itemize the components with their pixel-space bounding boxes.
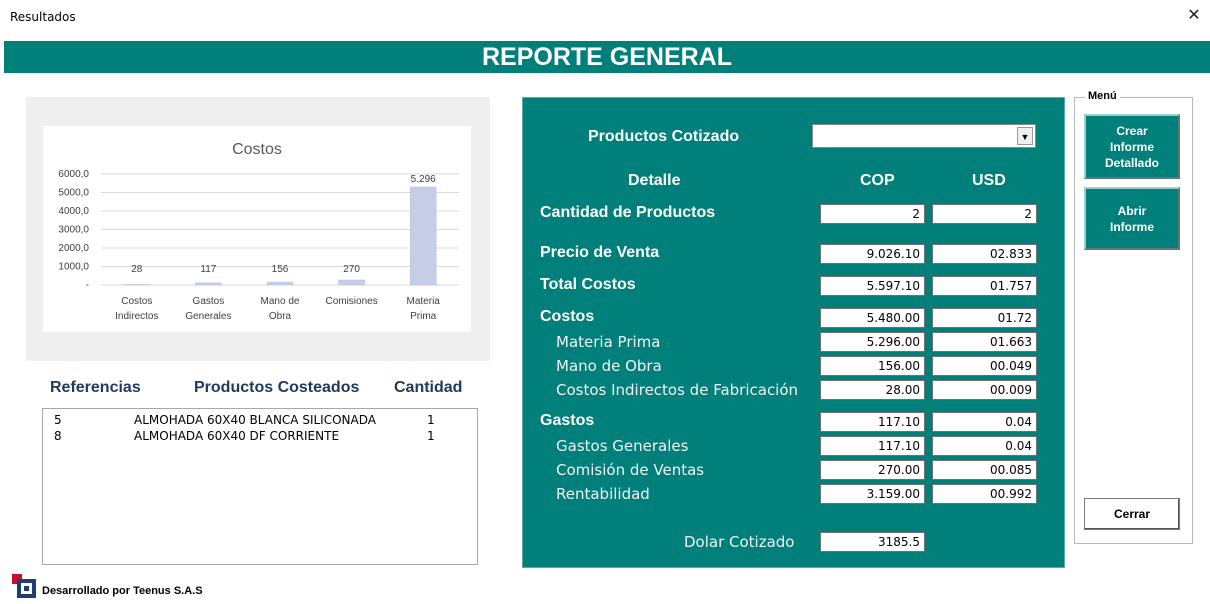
products-listbox[interactable]: 5 ALMOHADA 60X40 BLANCA SILICONADA 1 8 A…: [42, 408, 478, 565]
close-button[interactable]: Cerrar: [1084, 498, 1180, 530]
list-item-ref: 8: [54, 429, 62, 443]
menu-legend: Menú: [1085, 90, 1120, 102]
company-logo: [12, 574, 36, 598]
row-label-gastos-generales: Gastos Generales: [556, 437, 689, 455]
costos-indirectos-usd-field[interactable]: 00.009: [932, 380, 1037, 400]
cantidad-cop-field[interactable]: 2: [820, 204, 925, 224]
row-label-cantidad: Cantidad de Productos: [540, 204, 716, 221]
category-label: Costos: [121, 296, 152, 307]
category-label: Comisiones: [325, 296, 377, 307]
row-label-costos-indirectos: Costos Indirectos de Fabricación: [556, 381, 799, 399]
gastos-generales-usd-field[interactable]: 0.04: [932, 436, 1037, 456]
rentabilidad-usd-field[interactable]: 00.992: [932, 484, 1037, 504]
chart-title: Costos: [232, 141, 282, 158]
category-label: Gastos: [193, 296, 225, 307]
dollar-quoted-field[interactable]: 3185.5: [820, 532, 925, 552]
category-label: Obra: [269, 311, 292, 322]
bar: [123, 284, 151, 286]
gastos-cop-field[interactable]: 117.10: [820, 412, 925, 432]
open-report-label: Abrir Informe: [1109, 203, 1154, 234]
bar: [409, 186, 437, 286]
detail-header: Detalle: [628, 172, 681, 189]
total-costos-usd-field[interactable]: 01.757: [932, 276, 1037, 296]
category-label: Mano de: [261, 296, 300, 307]
costos-usd-field[interactable]: 01.72: [932, 308, 1037, 328]
data-label: 5.296: [411, 174, 436, 185]
list-item-ref: 5: [54, 413, 62, 427]
costos-cop-field[interactable]: 5.480.00: [820, 308, 925, 328]
row-label-materia-prima: Materia Prima: [556, 333, 661, 351]
materia-prima-cop-field[interactable]: 5.296.00: [820, 332, 925, 352]
rentabilidad-cop-field[interactable]: 3.159.00: [820, 484, 925, 504]
gastos-usd-field[interactable]: 0.04: [932, 412, 1037, 432]
costs-chart-svg: Costos - 1000,0 2000,0 3000,0 4000,0 5000,0 600…: [58, 141, 459, 322]
usd-header: USD: [972, 172, 1006, 189]
window-title: Resultados: [10, 10, 76, 24]
list-item-qty: 1: [427, 413, 435, 427]
list-item[interactable]: 8 ALMOHADA 60X40 DF CORRIENTE 1: [43, 429, 477, 444]
category-label: Indirectos: [115, 311, 158, 322]
create-detailed-report-label: Crear Informe Detallado: [1104, 123, 1159, 170]
category-label: Prima: [410, 311, 437, 322]
cantidad-usd-field[interactable]: 2: [932, 204, 1037, 224]
y-tick-label: 5000,0: [58, 188, 89, 199]
row-label-mano-obra: Mano de Obra: [556, 357, 662, 375]
products-dropdown[interactable]: ▼: [812, 124, 1036, 148]
title-bar: Resultados ✕: [0, 0, 1210, 34]
cop-header: COP: [860, 172, 895, 189]
bar: [338, 279, 365, 286]
mano-obra-cop-field[interactable]: 156.00: [820, 356, 925, 376]
list-item-product: ALMOHADA 60X40 BLANCA SILICONADA: [134, 413, 376, 427]
y-tick-label: -: [86, 280, 89, 291]
y-tick-label: 2000,0: [58, 243, 89, 254]
report-banner: REPORTE GENERAL: [4, 41, 1210, 73]
row-label-gastos: Gastos: [540, 412, 595, 429]
row-label-rentabilidad: Rentabilidad: [556, 485, 650, 503]
precio-venta-usd-field[interactable]: 02.833: [932, 244, 1037, 264]
y-tick-label: 1000,0: [58, 262, 89, 273]
y-tick-label: 3000,0: [58, 225, 89, 236]
category-label: Materia: [407, 296, 441, 307]
category-label: Generales: [185, 311, 231, 322]
data-label: 270: [343, 264, 360, 275]
costos-indirectos-cop-field[interactable]: 28.00: [820, 380, 925, 400]
footer-credit: Desarrollado por Teenus S.A.S: [42, 585, 203, 597]
row-label-costos: Costos: [540, 308, 595, 325]
comision-ventas-cop-field[interactable]: 270.00: [820, 460, 925, 480]
open-report-button[interactable]: Abrir Informe: [1084, 187, 1180, 250]
row-label-comision-ventas: Comisión de Ventas: [556, 461, 705, 479]
bar: [266, 281, 294, 286]
comision-ventas-usd-field[interactable]: 00.085: [932, 460, 1037, 480]
create-detailed-report-button[interactable]: Crear Informe Detallado: [1084, 114, 1180, 179]
references-header: Referencias: [50, 379, 141, 396]
products-header: Productos Costeados: [194, 379, 360, 396]
row-label-total-costos: Total Costos: [540, 276, 636, 293]
data-label: 156: [272, 264, 289, 275]
y-tick-label: 4000,0: [58, 206, 89, 217]
materia-prima-usd-field[interactable]: 01.663: [932, 332, 1037, 352]
dollar-quoted-label: Dolar Cotizado: [684, 533, 795, 551]
list-item-product: ALMOHADA 60X40 DF CORRIENTE: [134, 429, 340, 443]
bar: [195, 282, 222, 286]
gastos-generales-cop-field[interactable]: 117.10: [820, 436, 925, 456]
row-label-precio-venta: Precio de Venta: [540, 244, 660, 261]
data-label: 28: [131, 264, 143, 275]
products-quoted-label: Productos Cotizado: [588, 128, 740, 145]
quantity-header: Cantidad: [394, 379, 463, 396]
precio-venta-cop-field[interactable]: 9.026.10: [820, 244, 925, 264]
chevron-down-icon[interactable]: ▼: [1017, 127, 1033, 145]
total-costos-cop-field[interactable]: 5.597.10: [820, 276, 925, 296]
list-item[interactable]: 5 ALMOHADA 60X40 BLANCA SILICONADA 1: [43, 413, 477, 428]
mano-obra-usd-field[interactable]: 00.049: [932, 356, 1037, 376]
list-item-qty: 1: [427, 429, 435, 443]
costs-chart: Costos - 1000,0 2000,0 3000,0 4000,0 5000,0 600…: [43, 126, 471, 332]
results-window: Resultados ✕ REPORTE GENERAL Costos - 1000…: [0, 0, 1210, 604]
data-label: 117: [200, 264, 216, 275]
y-tick-label: 6000,0: [58, 169, 89, 180]
close-icon[interactable]: ✕: [1184, 6, 1204, 26]
